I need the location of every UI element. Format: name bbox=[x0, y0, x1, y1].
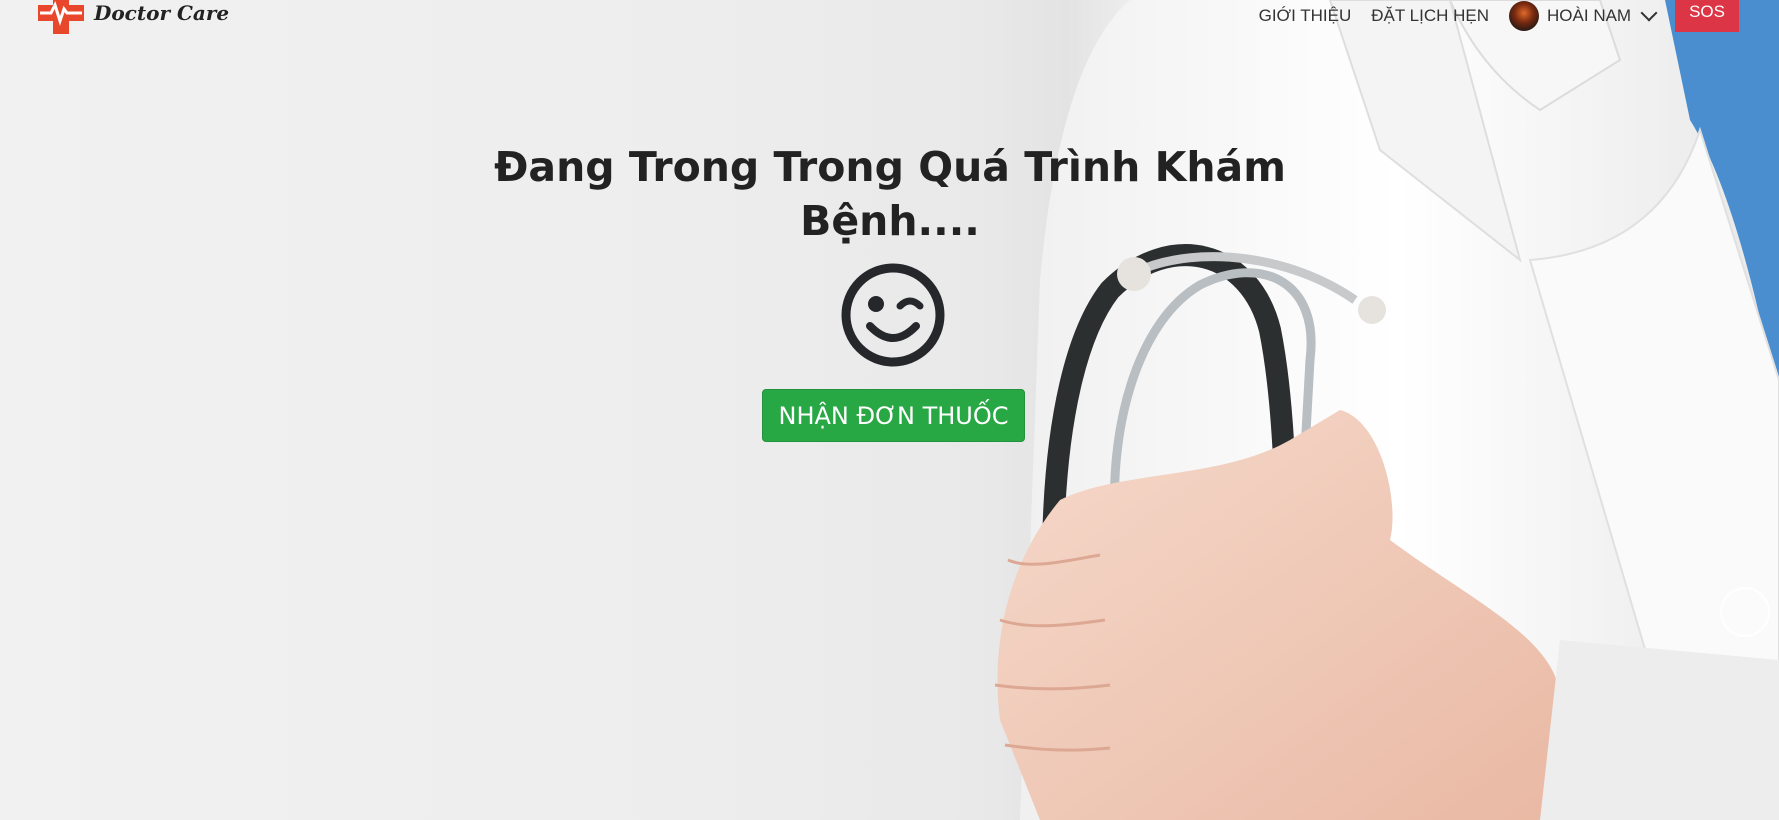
wink-icon bbox=[841, 263, 945, 367]
brand-name: Doctor Care bbox=[94, 1, 230, 25]
user-name: HOÀI NAM bbox=[1547, 6, 1632, 25]
top-nav: GIỚI THIỆU ĐẶT LỊCH HẸN HOÀI NAM SOS bbox=[1259, 0, 1739, 36]
page-title: Đang Trong Trong Quá Trình Khám Bệnh.... bbox=[480, 140, 1300, 248]
user-menu[interactable]: HOÀI NAM bbox=[1509, 1, 1658, 31]
receive-prescription-button[interactable]: NHẬN ĐƠN THUỐC bbox=[762, 389, 1025, 442]
sos-button[interactable]: SOS bbox=[1675, 0, 1739, 32]
chevron-down-icon bbox=[1640, 4, 1658, 22]
title-line-2: Bệnh.... bbox=[800, 197, 980, 245]
title-line-1: Đang Trong Trong Quá Trình Khám bbox=[494, 143, 1286, 191]
nav-link-gioi-thieu[interactable]: GIỚI THIỆU bbox=[1259, 6, 1352, 26]
brand-logo[interactable]: Doctor Care bbox=[38, 0, 229, 34]
avatar bbox=[1509, 1, 1540, 31]
floating-widget[interactable] bbox=[1720, 587, 1770, 637]
medical-cross-icon bbox=[38, 0, 84, 34]
nav-link-dat-lich-hen[interactable]: ĐẶT LỊCH HẸN bbox=[1371, 6, 1489, 26]
